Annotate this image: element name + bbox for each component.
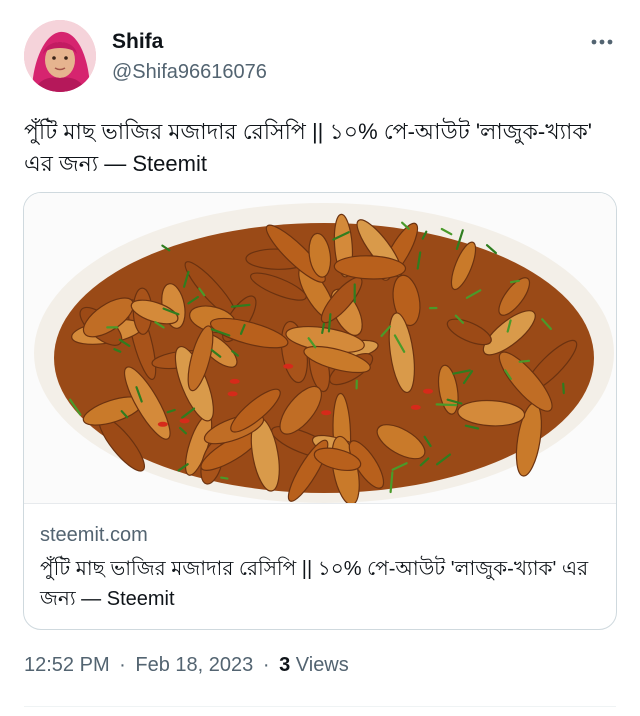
coriander-leaf [435,403,458,407]
more-horizontal-icon [591,39,613,45]
chili-slice [283,363,294,369]
chili-slice [423,388,433,394]
chili-slice [321,410,332,416]
views-label: Views [295,654,349,676]
views-count: 3 [279,654,291,676]
avatar[interactable] [24,20,96,92]
avatar-image [24,20,96,92]
coriander-leaf [327,313,332,333]
card-image [24,193,616,506]
coriander-leaf [509,279,520,284]
coriander-leaf [220,476,229,480]
more-options-button[interactable] [588,28,616,56]
footer-separator: · [119,654,126,676]
coriander-leaf [518,359,531,363]
card-meta: steemit.com পুঁটি মাছ ভাজির মজাদার রেসিপ… [24,503,616,629]
footer-separator: · [262,654,270,676]
link-card[interactable]: steemit.com পুঁটি মাছ ভাজির মজাদার রেসিপ… [23,192,617,630]
chili-slice [227,391,238,397]
coriander-leaf [562,382,565,395]
chili-slice [157,421,168,427]
author-name[interactable]: Shifa [112,30,163,54]
tweet-date[interactable]: Feb 18, 2023 [135,654,253,676]
author-handle[interactable]: @Shifa96616076 [112,61,267,84]
chili-slice [229,378,240,384]
fried-fish-photo [24,193,616,506]
card-title: পুঁটি মাছ ভাজির মজাদার রেসিপি || ১০% পে-… [40,558,589,610]
chili-slice [410,404,421,410]
chili-slice [179,418,190,424]
tweet-footer: 12:52 PM · Feb 18, 2023 · 3 Views [24,654,349,677]
divider [24,706,616,707]
tweet-time[interactable]: 12:52 PM [24,654,110,676]
tweet-header: Shifa @Shifa96616076 [24,20,620,92]
card-domain: steemit.com [40,524,148,546]
tweet-text: পুঁটি মাছ ভাজির মজাদার রেসিপি || ১০% পে-… [24,119,593,176]
